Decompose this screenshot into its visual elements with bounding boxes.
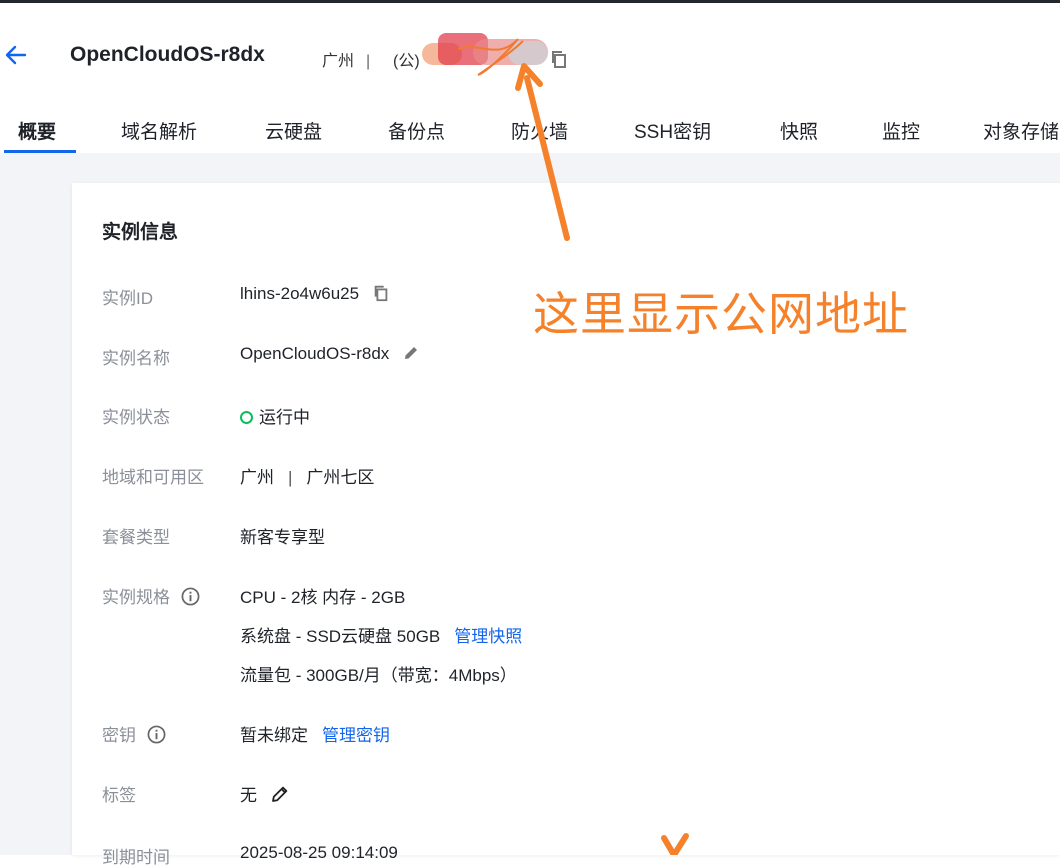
package-value: 新客专享型	[240, 528, 325, 547]
copy-ip-icon[interactable]	[550, 49, 568, 69]
card-title: 实例信息	[102, 222, 179, 243]
back-arrow-icon[interactable]	[4, 43, 28, 67]
tab-monitor[interactable]: 监控	[882, 117, 920, 144]
public-ip-label: (公)	[393, 53, 420, 70]
key-value: 暂未绑定 管理密钥	[240, 721, 390, 746]
tab-firewall[interactable]: 防火墙	[511, 117, 568, 144]
tag-value: 无	[240, 781, 290, 806]
manage-key-link[interactable]: 管理密钥	[322, 726, 390, 745]
tab-snapshot[interactable]: 快照	[780, 117, 818, 144]
key-label: 密钥	[102, 721, 166, 746]
header-separator: |	[366, 53, 371, 70]
expire-value: 2025-08-25 09:14:09	[240, 843, 398, 862]
edit-name-icon[interactable]	[402, 344, 420, 362]
zone-region: 广州	[240, 468, 274, 487]
spec-label: 实例规格	[102, 583, 200, 608]
tab-overview[interactable]: 概要	[18, 117, 56, 144]
page-header: OpenCloudOS-r8dx 广州 | (公)	[0, 3, 1060, 95]
header-region-name: 广州	[322, 53, 355, 70]
instance-status-label: 实例状态	[102, 408, 170, 427]
spec-disk: 系统盘 - SSD云硬盘 50GB 管理快照	[240, 622, 522, 647]
instance-id-label: 实例ID	[102, 289, 153, 308]
key-info-icon[interactable]	[147, 725, 166, 744]
key-label-text: 密钥	[102, 726, 136, 745]
spec-disk-text: 系统盘 - SSD云硬盘 50GB	[240, 627, 441, 646]
instance-status-text: 运行中	[259, 408, 310, 427]
status-running-icon	[240, 411, 253, 424]
tag-label: 标签	[102, 786, 136, 805]
tab-bar: 概要 域名解析 云硬盘 备份点 防火墙 SSH密钥 快照 监控 对象存储	[0, 105, 1060, 154]
annotation-text: 这里显示公网地址	[533, 288, 909, 340]
tab-cloud-disk[interactable]: 云硬盘	[265, 117, 322, 144]
tag-value-text: 无	[240, 786, 257, 805]
copy-id-icon[interactable]	[372, 284, 390, 302]
instance-name-value: OpenCloudOS-r8dx	[240, 344, 420, 364]
edit-tag-icon[interactable]	[270, 784, 290, 804]
tab-backup[interactable]: 备份点	[388, 117, 445, 144]
redacted-ip-scribble	[422, 33, 548, 76]
header-region: 广州 |	[322, 47, 382, 71]
package-label: 套餐类型	[102, 528, 170, 547]
zone-separator: |	[288, 468, 293, 487]
instance-id-value: lhins-2o4w6u25	[240, 284, 390, 304]
instance-status-value: 运行中	[240, 403, 310, 428]
spec-label-text: 实例规格	[102, 588, 170, 607]
instance-name-label: 实例名称	[102, 349, 170, 368]
zone-label: 地域和可用区	[102, 468, 204, 487]
spec-traffic: 流量包 - 300GB/月（带宽：4Mbps）	[240, 666, 517, 685]
instance-name-text: OpenCloudOS-r8dx	[240, 344, 390, 363]
tab-object-storage[interactable]: 对象存储	[983, 117, 1059, 144]
key-value-text: 暂未绑定	[240, 726, 308, 745]
zone-name: 广州七区	[306, 468, 375, 487]
instance-id-text: lhins-2o4w6u25	[240, 284, 360, 303]
expire-label: 到期时间	[102, 848, 170, 867]
spec-info-icon[interactable]	[181, 587, 200, 606]
tab-dns[interactable]: 域名解析	[121, 117, 197, 144]
zone-value: 广州 | 广州七区	[240, 463, 374, 488]
tab-ssh-key[interactable]: SSH密钥	[634, 117, 711, 144]
page-title: OpenCloudOS-r8dx	[70, 43, 265, 66]
manage-snapshot-link[interactable]: 管理快照	[454, 627, 522, 646]
spec-cpu-mem: CPU - 2核 内存 - 2GB	[240, 588, 406, 607]
